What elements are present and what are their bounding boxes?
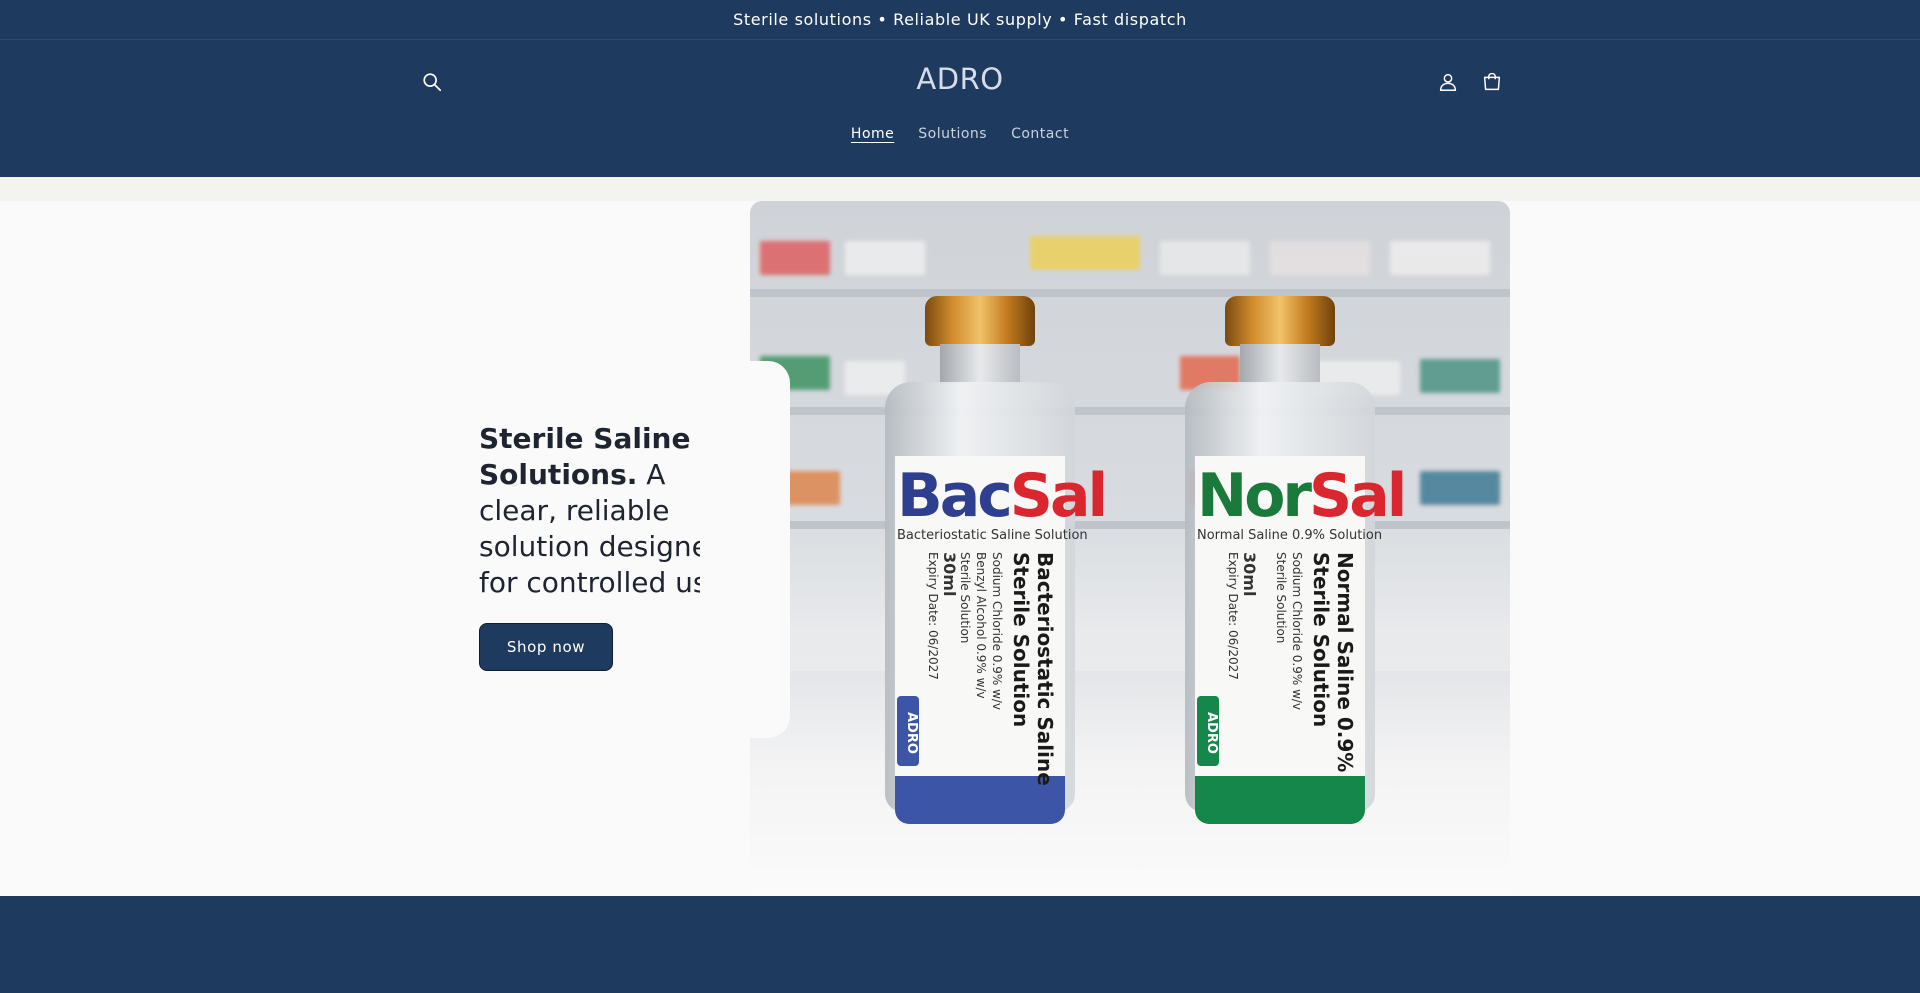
cart-button[interactable]: [1470, 60, 1514, 104]
account-button[interactable]: [1426, 60, 1470, 104]
vial-volume: 30ml: [1240, 552, 1259, 597]
main-nav: Home Solutions Contact: [0, 126, 1920, 142]
vial-info-line3: Sterile Solution: [958, 552, 972, 644]
vial-info-line2: Benzyl Alcohol 0.9% w/v: [974, 552, 988, 699]
vial-info-line1: Sodium Chloride 0.9% w/v: [1290, 552, 1304, 711]
vial-neck: [940, 344, 1020, 384]
vial-title: Bacteriostatic Saline Sterile Solution: [1009, 552, 1057, 786]
shelf-box: [1030, 236, 1140, 270]
shelf-box: [1160, 241, 1250, 275]
vial-expiry: Expiry Date: 06/2027: [1226, 552, 1240, 680]
shelf-box: [760, 241, 830, 275]
vial-title-line2: Sterile Solution: [1309, 552, 1333, 728]
vial-title-line2: Sterile Solution: [1009, 552, 1033, 728]
vial-subtitle: Normal Saline 0.9% Solution: [1197, 528, 1383, 543]
vial-logo-mark: ADRO: [1197, 696, 1219, 766]
vial-info-line1: Sodium Chloride 0.9% w/v: [990, 552, 1004, 711]
hero-image: BacSal Bacteriostatic Saline Solution Ba…: [750, 201, 1510, 896]
vial-brand-part-a: Nor: [1197, 461, 1312, 531]
nav-link-home[interactable]: Home: [851, 126, 894, 142]
vial-brand-part-a: Bac: [897, 461, 1013, 531]
vial-neck: [1240, 344, 1320, 384]
shelf-box: [1420, 471, 1500, 505]
shelf: [750, 289, 1510, 297]
vial-subtitle: Bacteriostatic Saline Solution: [897, 528, 1088, 543]
vial-expiry: Expiry Date: 06/2027: [926, 552, 940, 680]
vial-brand: BacSal: [897, 461, 1108, 531]
nav-link-solutions[interactable]: Solutions: [918, 126, 987, 142]
table-surface: [750, 671, 1510, 896]
vial-brand-part-b: Sal: [1009, 461, 1108, 531]
shelf: [750, 407, 1510, 415]
shelf-box: [1390, 241, 1490, 275]
shelf-box: [845, 241, 925, 275]
vial-logo-mark: ADRO: [897, 696, 919, 766]
vial-volume: 30ml: [940, 552, 959, 597]
shelf-box: [1420, 359, 1500, 393]
vial-band: [1195, 776, 1365, 824]
hero-text-panel-tab: [700, 361, 790, 738]
user-icon: [1439, 73, 1457, 91]
shelf-box: [1270, 241, 1370, 275]
site-header: ADRO Home Solutions Contact: [0, 40, 1920, 177]
vial-brand: NorSal: [1197, 461, 1407, 531]
vial-info: Sodium Chloride 0.9% w/v Sterile Solutio…: [1273, 552, 1305, 710]
vial-title: Normal Saline 0.9% Sterile Solution: [1309, 552, 1357, 772]
header-divider-stripe: [0, 177, 1920, 201]
vial-volume-expiry: 30ml Expiry Date: 06/2027: [1225, 552, 1259, 680]
vial-info: Sodium Chloride 0.9% w/v Benzyl Alcohol …: [957, 552, 1005, 710]
vial-cap: [925, 296, 1035, 346]
vial-title-line1: Normal Saline 0.9%: [1333, 552, 1357, 773]
vial-volume-expiry: 30ml Expiry Date: 06/2027: [925, 552, 959, 680]
vial-cap: [1225, 296, 1335, 346]
shop-now-button[interactable]: Shop now: [479, 623, 613, 671]
announcement-text: Sterile solutions • Reliable UK supply •…: [733, 10, 1187, 29]
vial-bacsal: BacSal Bacteriostatic Saline Solution Ba…: [885, 296, 1108, 826]
vial-brand-part-b: Sal: [1309, 461, 1407, 531]
vial-title-line1: Bacteriostatic Saline: [1033, 552, 1057, 786]
vial-norsal: NorSal Normal Saline 0.9% Solution Norma…: [1185, 296, 1407, 826]
nav-link-contact[interactable]: Contact: [1011, 126, 1069, 142]
site-logo[interactable]: ADRO: [0, 62, 1920, 96]
footer-band: [0, 896, 1920, 993]
cart-icon: [1483, 72, 1501, 91]
vial-info-line2: Sterile Solution: [1274, 552, 1288, 644]
announcement-bar: Sterile solutions • Reliable UK supply •…: [0, 0, 1920, 40]
